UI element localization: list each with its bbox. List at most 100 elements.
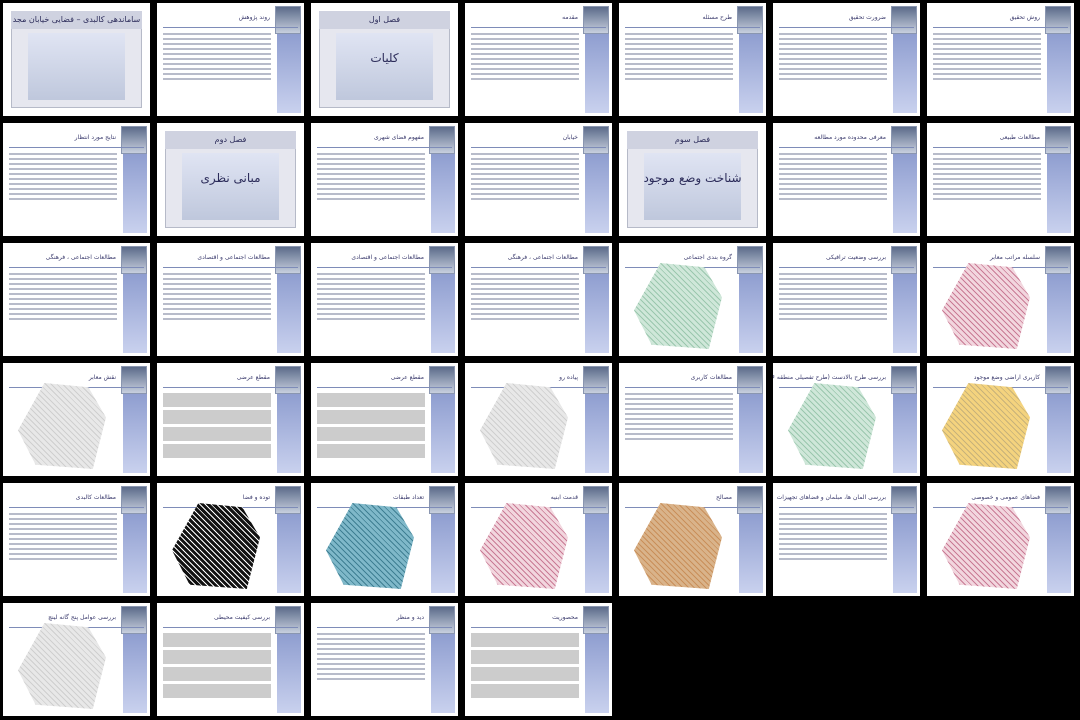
- slide-body-text: [625, 33, 733, 110]
- slide-body-text: [163, 33, 271, 110]
- title-rule: [9, 147, 144, 148]
- slide-thumbnail[interactable]: فصل سوم شناخت وضع موجود: [619, 123, 766, 236]
- header-photo: [1045, 366, 1071, 394]
- side-accent-bar: [431, 634, 455, 713]
- slide-thumbnail[interactable]: مطالعات اجتماعی ، فرهنگی: [3, 243, 150, 356]
- side-accent-bar: [123, 274, 147, 353]
- slide-thumbnail[interactable]: مطالعات کاربری: [619, 363, 766, 476]
- side-accent-bar: [1047, 514, 1071, 593]
- slide-thumbnail[interactable]: فصل اول کلیات: [311, 3, 458, 116]
- slide-body-text: [779, 33, 887, 110]
- side-accent-bar: [1047, 34, 1071, 113]
- title-rule: [471, 147, 606, 148]
- title-rule: [625, 387, 760, 388]
- header-photo: [275, 246, 301, 274]
- slide-body-text: [779, 513, 887, 590]
- title-rule: [163, 627, 298, 628]
- side-accent-bar: [277, 394, 301, 473]
- title-rule: [933, 27, 1068, 28]
- slide-thumbnail[interactable]: مصالح: [619, 483, 766, 596]
- slide-thumbnail[interactable]: دید و منظر: [311, 603, 458, 716]
- side-accent-bar: [585, 34, 609, 113]
- header-photo: [737, 246, 763, 274]
- header-photo: [275, 606, 301, 634]
- slide-thumbnail[interactable]: روند پژوهش: [157, 3, 304, 116]
- slide-thumbnail[interactable]: بررسی طرح بالادست (طرح تفصیلی منطقه ۶): [773, 363, 920, 476]
- slide-thumbnail[interactable]: خیابان: [465, 123, 612, 236]
- slide-sorter-grid: ساماندهی کالبدی – فضایی خیابان مجد روند پ…: [0, 0, 1080, 720]
- title-rule: [471, 27, 606, 28]
- side-accent-bar: [431, 394, 455, 473]
- slide-title: محصوریت: [552, 614, 578, 621]
- side-accent-bar: [893, 514, 917, 593]
- slide-thumbnail[interactable]: توده و فضا: [157, 483, 304, 596]
- map-figure: [480, 503, 568, 589]
- side-accent-bar: [739, 34, 763, 113]
- header-photo: [583, 6, 609, 34]
- slide-thumbnail[interactable]: محصوریت: [465, 603, 612, 716]
- slide-thumbnail[interactable]: مطالعات طبیعی: [927, 123, 1074, 236]
- slide-title: ساماندهی کالبدی – فضایی خیابان مجد: [11, 11, 142, 29]
- chapter-photo: [182, 153, 279, 220]
- slide-thumbnail[interactable]: بررسی وضعیت ترافیکی: [773, 243, 920, 356]
- slide-thumbnail[interactable]: مطالعات کالبدی: [3, 483, 150, 596]
- side-accent-bar: [431, 514, 455, 593]
- slide-title: نقش معابر: [88, 374, 116, 381]
- photo-collage: [163, 633, 271, 710]
- slide-body-text: [471, 33, 579, 110]
- slide-title: مقطع عرضی: [390, 374, 424, 381]
- header-photo: [429, 246, 455, 274]
- slide-thumbnail[interactable]: قدمت ابنیه: [465, 483, 612, 596]
- map-figure: [788, 383, 876, 469]
- title-rule: [9, 507, 144, 508]
- slide-thumbnail[interactable]: مطالعات اجتماعی و اقتصادی: [157, 243, 304, 356]
- slide-thumbnail[interactable]: معرفی محدوده مورد مطالعه: [773, 123, 920, 236]
- slide-title: توده و فضا: [242, 494, 270, 501]
- slide-thumbnail[interactable]: مطالعات اجتماعی ، فرهنگی: [465, 243, 612, 356]
- slide-title: بررسی طرح بالادست (طرح تفصیلی منطقه ۶): [773, 374, 886, 381]
- side-accent-bar: [123, 634, 147, 713]
- header-photo: [583, 366, 609, 394]
- header-photo: [121, 126, 147, 154]
- header-photo: [737, 366, 763, 394]
- slide-thumbnail[interactable]: فصل دوم مبانی نظری: [157, 123, 304, 236]
- slide-thumbnail[interactable]: سلسله مراتب معابر: [927, 243, 1074, 356]
- slide-thumbnail[interactable]: مقطع عرضی: [157, 363, 304, 476]
- slide-body-text: [9, 513, 117, 590]
- slide-thumbnail[interactable]: مفهوم فضای شهری: [311, 123, 458, 236]
- header-photo: [275, 6, 301, 34]
- slide-thumbnail[interactable]: بررسی المان ها، مبلمان و فضاهای تجهیزات: [773, 483, 920, 596]
- slide-thumbnail[interactable]: مقطع عرضی: [311, 363, 458, 476]
- slide-thumbnail[interactable]: بررسی عوامل پنج گانه لینچ: [3, 603, 150, 716]
- slide-thumbnail[interactable]: فضاهای عمومی و خصوصی: [927, 483, 1074, 596]
- header-photo: [891, 486, 917, 514]
- side-accent-bar: [123, 514, 147, 593]
- slide-title: مقطع عرضی: [236, 374, 270, 381]
- title-rule: [317, 147, 452, 148]
- slide-thumbnail[interactable]: گروه بندی اجتماعی: [619, 243, 766, 356]
- chapter-name: شناخت وضع موجود: [643, 171, 742, 185]
- slide-title: روند پژوهش: [238, 14, 270, 21]
- slide-title: بررسی کیفیت محیطی: [214, 614, 270, 621]
- header-photo: [583, 246, 609, 274]
- slide-thumbnail[interactable]: نتایج مورد انتظار: [3, 123, 150, 236]
- map-figure: [942, 503, 1030, 589]
- title-rule: [933, 147, 1068, 148]
- slide-thumbnail[interactable]: روش تحقیق: [927, 3, 1074, 116]
- header-photo: [275, 486, 301, 514]
- slide-thumbnail[interactable]: پیاده رو: [465, 363, 612, 476]
- slide-title: فصل دوم: [165, 131, 296, 149]
- slide-thumbnail[interactable]: ساماندهی کالبدی – فضایی خیابان مجد: [3, 3, 150, 116]
- slide-thumbnail[interactable]: مطالعات اجتماعی و اقتصادی: [311, 243, 458, 356]
- slide-thumbnail[interactable]: کاربری اراضی وضع موجود: [927, 363, 1074, 476]
- slide-thumbnail[interactable]: طرح مسئله: [619, 3, 766, 116]
- slide-thumbnail[interactable]: بررسی کیفیت محیطی: [157, 603, 304, 716]
- slide-thumbnail[interactable]: تعداد طبقات: [311, 483, 458, 596]
- slide-thumbnail[interactable]: نقش معابر: [3, 363, 150, 476]
- slide-title: کاربری اراضی وضع موجود: [973, 374, 1040, 381]
- map-figure: [942, 263, 1030, 349]
- slide-thumbnail[interactable]: مقدمه: [465, 3, 612, 116]
- side-accent-bar: [123, 394, 147, 473]
- header-photo: [891, 126, 917, 154]
- slide-thumbnail[interactable]: ضرورت تحقیق: [773, 3, 920, 116]
